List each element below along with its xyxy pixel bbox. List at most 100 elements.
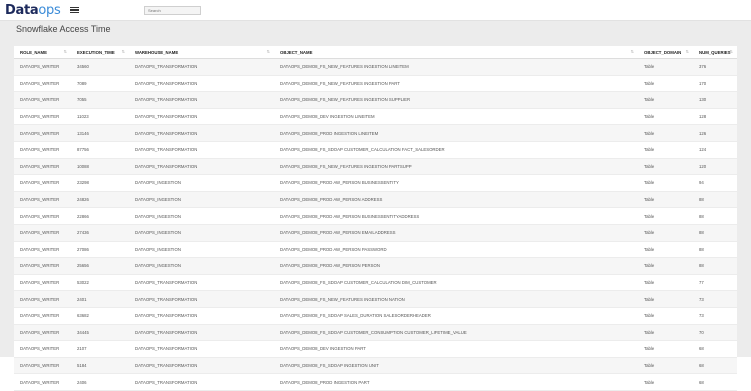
object-name-cell: DATAOPS_DEMO8_PROD AW_PERSON BUSINESSENT… [274, 207, 638, 225]
role-name-cell: DATAOPS_WRITER [14, 224, 71, 242]
object-domain-cell: Table [638, 307, 693, 325]
warehouse-name-cell: DATAOPS_TRANSFORMATION [129, 357, 274, 375]
role-name-cell: DATAOPS_WRITER [14, 357, 71, 375]
logo-accent-text: ops [38, 2, 61, 18]
table-row[interactable]: DATAOPS_WRITER 27086 DATAOPS_INGESTION DATA… [14, 241, 737, 259]
table-row[interactable]: DATAOPS_WRITER 23298 DATAOPS_INGESTION DATA… [14, 174, 737, 192]
object-name-cell: DATAOPS_DEMO8_FS_SDOAP CUSTOMER_CALCULAT… [274, 274, 638, 292]
table-row[interactable]: DATAOPS_WRITER 34560 DATAOPS_TRANSFORMATIO… [14, 58, 737, 76]
num-queries-cell: 68 [693, 340, 737, 358]
num-queries-cell: 88 [693, 191, 737, 209]
warehouse-name-cell: DATAOPS_TRANSFORMATION [129, 158, 274, 176]
execution-time-cell: 11023 [71, 108, 129, 126]
num-queries-cell: 68 [693, 357, 737, 375]
object-domain-cell: Table [638, 75, 693, 93]
table-row[interactable]: DATAOPS_WRITER 24826 DATAOPS_INGESTION DATA… [14, 191, 737, 209]
logo-text: Data [5, 2, 39, 18]
role-name-cell: DATAOPS_WRITER [14, 75, 71, 93]
column-header-warehouse-name[interactable]: WAREHOUSE_NAME ⇅ [129, 46, 274, 59]
object-name-cell: DATAOPS_DEMO8_PROD AW_PERSON EMAILADDRES… [274, 224, 638, 242]
object-name-cell: DATAOPS_DEMO8_PROD AW_PERSON ADDRESS [274, 191, 638, 209]
warehouse-name-cell: DATAOPS_INGESTION [129, 224, 274, 242]
table-row[interactable]: DATAOPS_WRITER 11023 DATAOPS_TRANSFORMATIO… [14, 108, 737, 126]
object-domain-cell: Table [638, 58, 693, 76]
content-panel: Snowflake Access Time ROLE_NAME ⇅ EXECUTI… [0, 21, 751, 391]
role-name-cell: DATAOPS_WRITER [14, 340, 71, 358]
object-name-cell: DATAOPS_DEMO8_FS_SDOAP CUSTOMER_CONSUMPT… [274, 324, 638, 342]
execution-time-cell: 25656 [71, 257, 129, 275]
num-queries-cell: 88 [693, 257, 737, 275]
table-row[interactable]: DATAOPS_WRITER 13146 DATAOPS_TRANSFORMATIO… [14, 124, 737, 142]
object-name-cell: DATAOPS_DEMO8_FS_SDOAP INGESTION UNIT [274, 357, 638, 375]
object-domain-cell: Table [638, 207, 693, 225]
execution-time-cell: 24826 [71, 191, 129, 209]
object-name-cell: DATAOPS_DEMO8_FS_SDOAP CUSTOMER_CALCULAT… [274, 141, 638, 159]
object-domain-cell: Table [638, 158, 693, 176]
execution-time-cell: 34560 [71, 58, 129, 76]
object-domain-cell: Table [638, 241, 693, 259]
role-name-cell: DATAOPS_WRITER [14, 141, 71, 159]
table-row[interactable]: DATAOPS_WRITER 2107 DATAOPS_TRANSFORMATION… [14, 340, 737, 358]
sort-icon: ⇅ [729, 49, 733, 54]
table-row[interactable]: DATAOPS_WRITER 34445 DATAOPS_TRANSFORMATIO… [14, 324, 737, 342]
execution-time-cell: 13146 [71, 124, 129, 142]
column-header-object-domain[interactable]: OBJECT_DOMAIN ⇅ [638, 46, 693, 59]
object-domain-cell: Table [638, 274, 693, 292]
role-name-cell: DATAOPS_WRITER [14, 373, 71, 391]
table-row[interactable]: DATAOPS_WRITER 22866 DATAOPS_INGESTION DATA… [14, 207, 737, 225]
object-name-cell: DATAOPS_DEMO8_DEV INGESTION PART [274, 340, 638, 358]
page-title: Snowflake Access Time [16, 24, 111, 34]
object-domain-cell: Table [638, 357, 693, 375]
object-name-cell: DATAOPS_DEMO8_PROD INGESTION LINEITEM [274, 124, 638, 142]
table-row[interactable]: DATAOPS_WRITER 10088 DATAOPS_TRANSFORMATIO… [14, 158, 737, 176]
object-name-cell: DATAOPS_DEMO8_PROD AW_PERSON PASSWORD [274, 241, 638, 259]
table-row[interactable]: DATAOPS_WRITER 2401 DATAOPS_TRANSFORMATION… [14, 290, 737, 308]
num-queries-cell: 124 [693, 141, 737, 159]
role-name-cell: DATAOPS_WRITER [14, 241, 71, 259]
role-name-cell: DATAOPS_WRITER [14, 307, 71, 325]
role-name-cell: DATAOPS_WRITER [14, 274, 71, 292]
sort-icon: ⇅ [630, 49, 634, 54]
table-row[interactable]: DATAOPS_WRITER 87756 DATAOPS_TRANSFORMATIO… [14, 141, 737, 159]
execution-time-cell: 27086 [71, 241, 129, 259]
table-row[interactable]: DATAOPS_WRITER 53022 DATAOPS_TRANSFORMATIO… [14, 274, 737, 292]
execution-time-cell: 63682 [71, 307, 129, 325]
warehouse-name-cell: DATAOPS_TRANSFORMATION [129, 274, 274, 292]
column-header-num-queries[interactable]: NUM_QUERIES ⇅ [693, 46, 737, 59]
num-queries-cell: 77 [693, 274, 737, 292]
execution-time-cell: 2406 [71, 373, 129, 391]
app-logo[interactable]: Dataops [5, 2, 61, 18]
role-name-cell: DATAOPS_WRITER [14, 324, 71, 342]
table-row[interactable]: DATAOPS_WRITER 7055 DATAOPS_TRANSFORMATION… [14, 91, 737, 109]
role-name-cell: DATAOPS_WRITER [14, 290, 71, 308]
hamburger-menu-icon[interactable] [70, 6, 80, 14]
warehouse-name-cell: DATAOPS_INGESTION [129, 174, 274, 192]
object-name-cell: DATAOPS_DEMO8_FS_NEW_FEATURES INGESTION … [274, 91, 638, 109]
table-row[interactable]: DATAOPS_WRITER 27436 DATAOPS_INGESTION DATA… [14, 224, 737, 242]
search-input[interactable] [144, 6, 201, 15]
column-header-object-name[interactable]: OBJECT_NAME ⇅ [274, 46, 638, 59]
object-domain-cell: Table [638, 257, 693, 275]
object-domain-cell: Table [638, 174, 693, 192]
column-header-execution-time[interactable]: EXECUTION_TIME ⇅ [71, 46, 129, 59]
object-name-cell: DATAOPS_DEMO8_PROD AW_PERSON BUSINESSENT… [274, 174, 638, 192]
execution-time-cell: 2107 [71, 340, 129, 358]
num-queries-cell: 73 [693, 290, 737, 308]
object-domain-cell: Table [638, 91, 693, 109]
table-row[interactable]: DATAOPS_WRITER 63682 DATAOPS_TRANSFORMATIO… [14, 307, 737, 325]
table-row[interactable]: DATAOPS_WRITER 7089 DATAOPS_TRANSFORMATION… [14, 75, 737, 93]
num-queries-cell: 70 [693, 324, 737, 342]
access-time-table: ROLE_NAME ⇅ EXECUTION_TIME ⇅ WAREHOUSE_NAM… [14, 46, 737, 391]
num-queries-cell: 73 [693, 307, 737, 325]
table-row[interactable]: DATAOPS_WRITER 25656 DATAOPS_INGESTION DATA… [14, 257, 737, 275]
column-header-role-name[interactable]: ROLE_NAME ⇅ [14, 46, 71, 59]
sort-icon: ⇅ [121, 49, 125, 54]
execution-time-cell: 53022 [71, 274, 129, 292]
table-row[interactable]: DATAOPS_WRITER 5184 DATAOPS_TRANSFORMATION… [14, 357, 737, 375]
warehouse-name-cell: DATAOPS_TRANSFORMATION [129, 75, 274, 93]
role-name-cell: DATAOPS_WRITER [14, 124, 71, 142]
role-name-cell: DATAOPS_WRITER [14, 207, 71, 225]
object-domain-cell: Table [638, 373, 693, 391]
execution-time-cell: 10088 [71, 158, 129, 176]
table-row[interactable]: DATAOPS_WRITER 2406 DATAOPS_TRANSFORMATION… [14, 373, 737, 391]
